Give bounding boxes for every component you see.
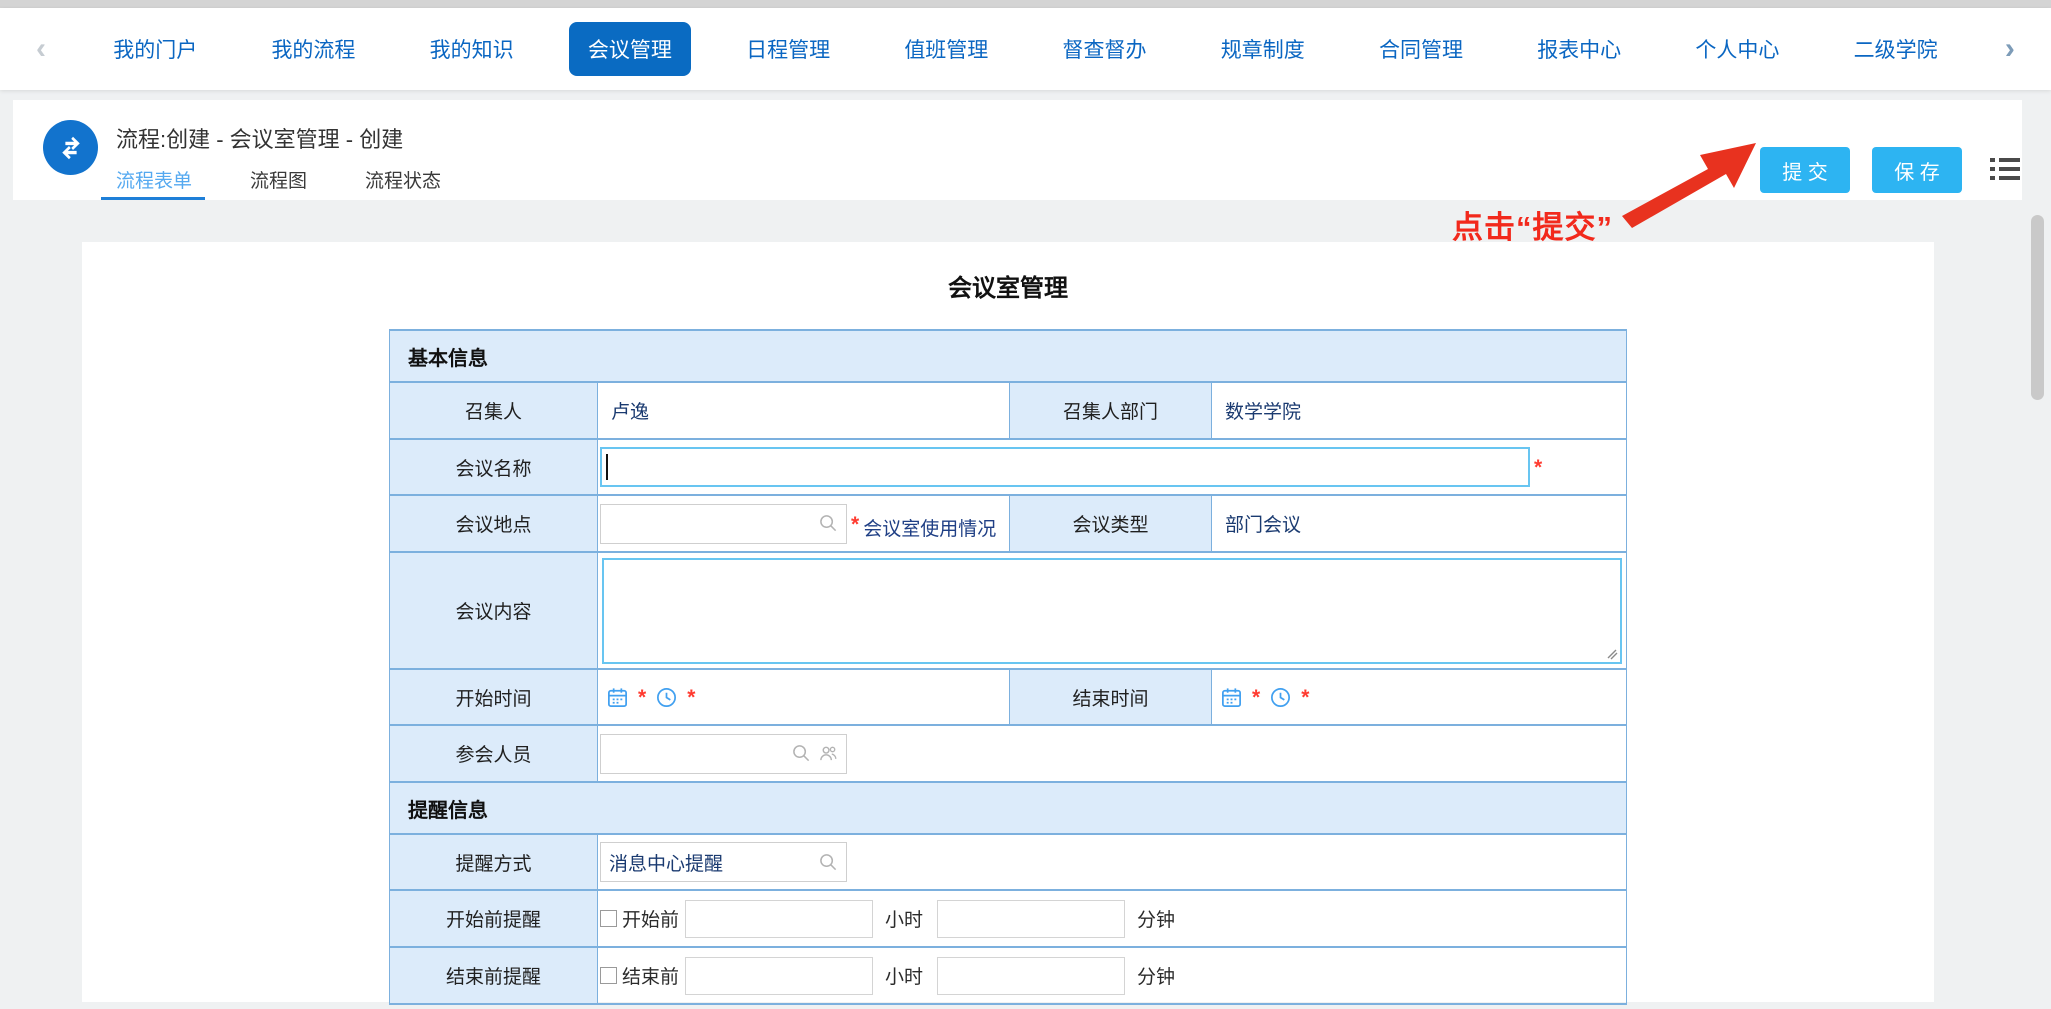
table-row-meeting-content: 会议内容 (390, 552, 1627, 669)
remind-way-input[interactable]: 消息中心提醒 (600, 842, 847, 882)
tab-process-status[interactable]: 流程状态 (365, 166, 441, 193)
nav-item-personal-center[interactable]: 个人中心 (1676, 22, 1798, 76)
nav-item-my-knowledge[interactable]: 我的知识 (411, 22, 533, 76)
section-title-basic: 基本信息 (390, 330, 1627, 382)
required-asterisk: * (851, 513, 859, 537)
window-top-strip (0, 0, 2051, 8)
required-asterisk: * (638, 686, 646, 710)
before-end-text: 结束前 (622, 962, 679, 989)
annotation-text: 点击“提交” (1452, 202, 1613, 247)
meeting-place-input[interactable] (600, 504, 847, 544)
before-start-text: 开始前 (622, 905, 679, 932)
section-row-basic: 基本信息 (390, 330, 1627, 382)
remind-way-label: 提醒方式 (390, 834, 598, 890)
start-hours-input[interactable] (685, 900, 873, 938)
table-row-times: 开始时间 * (390, 669, 1627, 725)
nav-item-my-portal[interactable]: 我的门户 (94, 22, 216, 76)
nav-item-regulations[interactable]: 规章制度 (1202, 22, 1324, 76)
nav-item-secondary-college[interactable]: 二级学院 (1835, 22, 1957, 76)
table-row-remind-way: 提醒方式 消息中心提醒 (390, 834, 1627, 890)
table-row-remind-before-end: 结束前提醒 结束前 小时 分钟 (390, 947, 1627, 1004)
clock-icon[interactable] (655, 686, 678, 709)
remind-before-end-checkbox[interactable] (600, 967, 617, 984)
process-tabs: 流程表单 流程图 流程状态 (116, 166, 441, 193)
attendees-label: 参会人员 (390, 725, 598, 782)
form-title: 会议室管理 (82, 242, 1934, 303)
convener-label: 召集人 (390, 382, 598, 439)
tab-process-form[interactable]: 流程表单 (116, 166, 192, 193)
meeting-place-label: 会议地点 (390, 495, 598, 552)
text-caret (606, 454, 608, 480)
convener-dept-label: 召集人部门 (1010, 382, 1212, 439)
meeting-type-value: 部门会议 (1212, 495, 1627, 552)
resize-handle-icon[interactable] (1606, 648, 1618, 660)
table-row-meeting-name: 会议名称 * (390, 439, 1627, 495)
end-minutes-input[interactable] (937, 957, 1125, 995)
people-picker-icon[interactable] (818, 744, 838, 763)
top-navbar: ‹ 我的门户 我的流程 我的知识 会议管理 日程管理 值班管理 督查督办 规章制… (0, 8, 2051, 90)
required-asterisk: * (1534, 456, 1542, 480)
meeting-content-label: 会议内容 (390, 552, 598, 669)
room-usage-link[interactable]: 会议室使用情况 (863, 514, 996, 541)
minutes-unit: 分钟 (1137, 962, 1175, 989)
tab-process-diagram[interactable]: 流程图 (250, 166, 307, 193)
minutes-unit: 分钟 (1137, 905, 1175, 932)
nav-item-my-flows[interactable]: 我的流程 (252, 22, 374, 76)
remind-before-start-checkbox[interactable] (600, 910, 617, 927)
workflow-icon (43, 120, 98, 175)
section-row-remind: 提醒信息 (390, 782, 1627, 834)
nav-item-duty[interactable]: 值班管理 (885, 22, 1007, 76)
section-title-remind: 提醒信息 (390, 782, 1627, 834)
vertical-scrollbar-thumb[interactable] (2031, 215, 2044, 400)
search-icon[interactable] (792, 744, 811, 763)
remind-before-start-label: 开始前提醒 (390, 890, 598, 947)
remind-before-end-label: 结束前提醒 (390, 947, 598, 1004)
attendees-input[interactable] (600, 734, 847, 774)
convener-dept-value: 数学学院 (1212, 382, 1627, 439)
nav-item-supervision[interactable]: 督查督办 (1044, 22, 1166, 76)
meeting-name-label: 会议名称 (390, 439, 598, 495)
meeting-name-input[interactable] (600, 447, 1530, 487)
calendar-icon[interactable] (1220, 686, 1243, 709)
nav-item-contracts[interactable]: 合同管理 (1360, 22, 1482, 76)
end-time-label: 结束时间 (1010, 669, 1212, 725)
list-menu-icon[interactable] (1990, 158, 2020, 185)
clock-icon[interactable] (1269, 686, 1292, 709)
nav-item-schedule[interactable]: 日程管理 (727, 22, 849, 76)
active-tab-underline (101, 197, 205, 200)
save-button[interactable]: 保 存 (1872, 147, 1962, 193)
hours-unit: 小时 (885, 905, 923, 932)
start-minutes-input[interactable] (937, 900, 1125, 938)
nav-item-meeting-management[interactable]: 会议管理 (569, 22, 691, 76)
table-row-attendees: 参会人员 (390, 725, 1627, 782)
app-root: ‹ 我的门户 我的流程 我的知识 会议管理 日程管理 值班管理 督查督办 规章制… (0, 0, 2051, 1009)
meeting-content-textarea[interactable] (602, 558, 1622, 664)
nav-scroll-left-icon[interactable]: ‹ (24, 32, 58, 66)
required-asterisk: * (1252, 686, 1260, 710)
submit-button[interactable]: 提 交 (1760, 147, 1850, 193)
annotation-arrow-icon (1622, 140, 1762, 230)
start-time-label: 开始时间 (390, 669, 598, 725)
nav-scroll-right-icon[interactable]: › (1993, 32, 2027, 66)
meeting-form-table: 基本信息 召集人 卢逸 召集人部门 数学学院 会议名称 * (389, 329, 1627, 1005)
convener-value: 卢逸 (598, 382, 1010, 439)
nav-item-reports[interactable]: 报表中心 (1518, 22, 1640, 76)
end-time-field: * * (1212, 685, 1626, 709)
calendar-icon[interactable] (606, 686, 629, 709)
cycle-arrows-icon (56, 133, 86, 163)
search-icon[interactable] (819, 514, 838, 533)
end-hours-input[interactable] (685, 957, 873, 995)
remind-way-value: 消息中心提醒 (609, 849, 723, 876)
start-time-field: * * (598, 685, 1009, 709)
required-asterisk: * (1301, 686, 1309, 710)
table-row-convener: 召集人 卢逸 召集人部门 数学学院 (390, 382, 1627, 439)
hours-unit: 小时 (885, 962, 923, 989)
page-title: 流程:创建 - 会议室管理 - 创建 (116, 122, 403, 154)
search-icon[interactable] (819, 853, 838, 872)
required-asterisk: * (687, 686, 695, 710)
table-row-remind-before-start: 开始前提醒 开始前 小时 分钟 (390, 890, 1627, 947)
form-panel: 会议室管理 基本信息 召集人 卢逸 召集人部门 数学学院 会议名称 (82, 242, 1934, 1002)
table-row-meeting-place: 会议地点 * 会议室使用情况 会议类型 部门会议 (390, 495, 1627, 552)
meeting-type-label: 会议类型 (1010, 495, 1212, 552)
